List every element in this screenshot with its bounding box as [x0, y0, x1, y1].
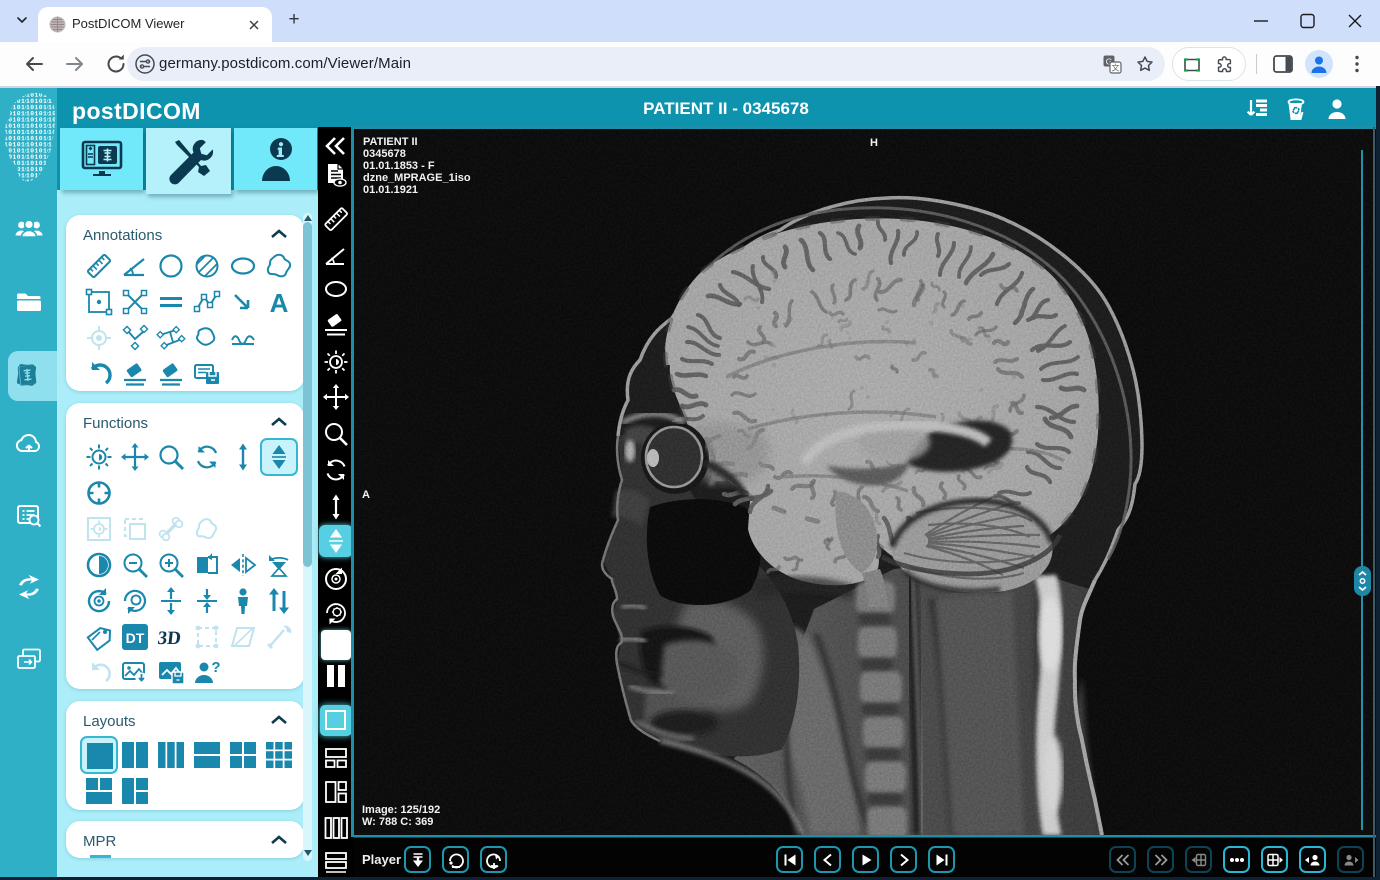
- svg-text:3D: 3D: [157, 628, 182, 649]
- svg-text:DT: DT: [126, 630, 145, 646]
- svg-text:A: A: [270, 288, 289, 317]
- svg-text:文: 文: [1112, 63, 1120, 73]
- svg-text:?: ?: [211, 659, 220, 676]
